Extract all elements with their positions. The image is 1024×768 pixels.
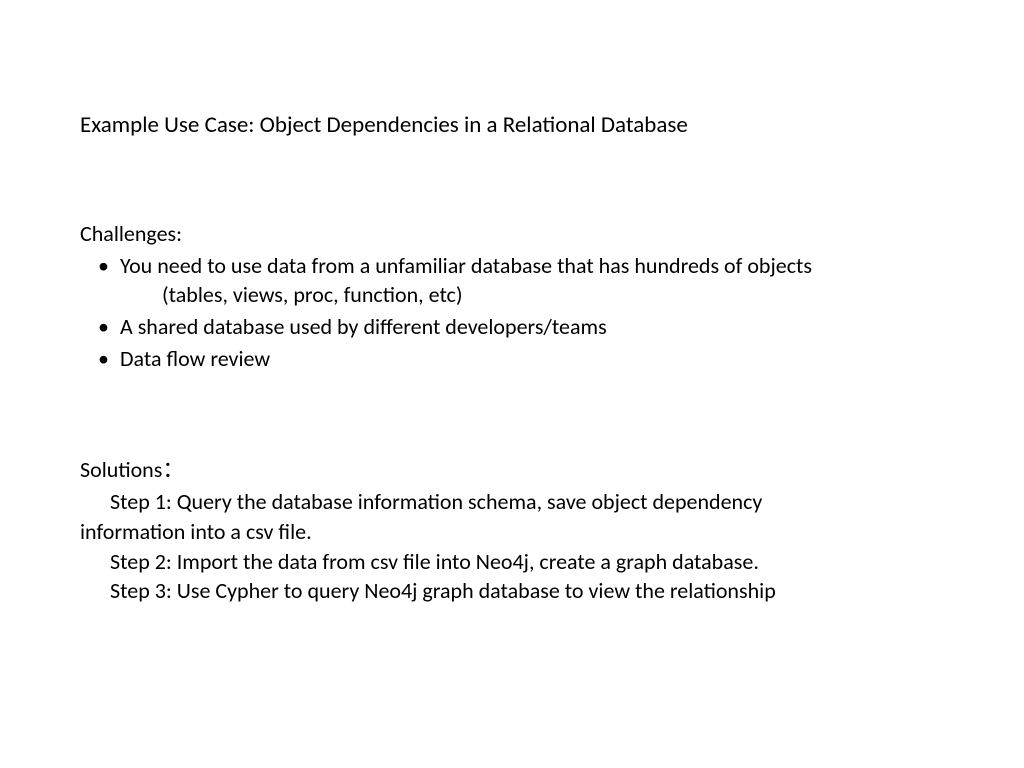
challenges-list: You need to use data from a unfamiliar d… (80, 251, 944, 374)
list-item: Data flow review (98, 344, 944, 374)
slide-title: Example Use Case: Object Dependencies in… (80, 110, 944, 141)
bullet-text: Data flow review (120, 345, 270, 372)
list-item: A shared database used by different deve… (98, 312, 944, 342)
solutions-steps: Step 1: Query the database information s… (80, 487, 944, 606)
bullet-text: A shared database used by different deve… (120, 313, 607, 340)
step-text: Step 2: Import the data from csv file in… (80, 547, 944, 577)
step-text-continuation: information into a csv file. (80, 517, 944, 547)
solutions-heading: Solutions： (80, 455, 944, 485)
step-text: Step 1: Query the database information s… (80, 487, 944, 517)
bullet-text-continuation: (tables, views, proc, function, etc) (120, 280, 944, 310)
step-text: Step 3: Use Cypher to query Neo4j graph … (80, 576, 944, 606)
challenges-heading: Challenges: (80, 219, 944, 249)
bullet-text: You need to use data from a unfamiliar d… (120, 252, 812, 279)
list-item: You need to use data from a unfamiliar d… (98, 251, 944, 310)
